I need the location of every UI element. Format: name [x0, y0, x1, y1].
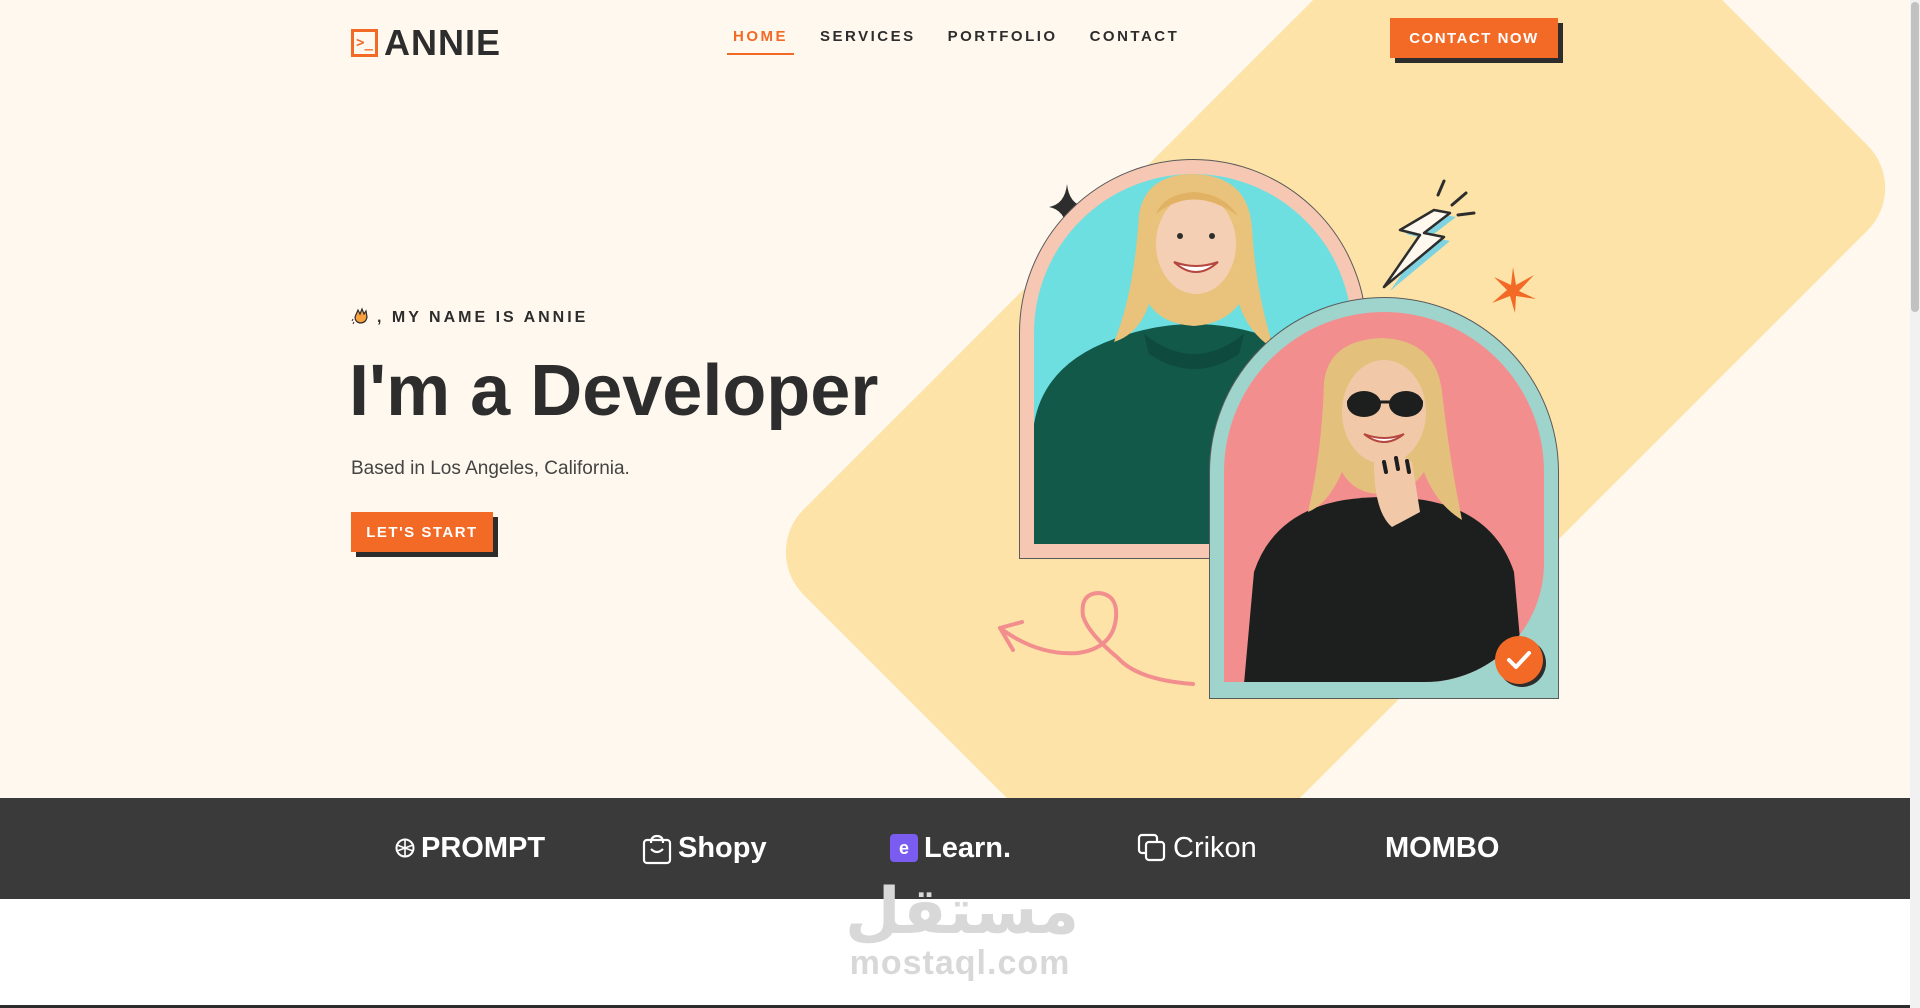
- brand-name: Crikon: [1173, 831, 1257, 864]
- nav-services[interactable]: SERVICES: [820, 28, 916, 55]
- watermark: مستقل mostaql.com: [845, 875, 1080, 983]
- photo-2: [1224, 312, 1544, 682]
- brand-name: PROMPT: [421, 831, 546, 864]
- crikon-icon: [1137, 833, 1167, 863]
- brand-crikon[interactable]: Crikon: [1137, 828, 1257, 868]
- hero-subtitle: Based in Los Angeles, California.: [351, 458, 630, 479]
- e-learn-icon: e: [890, 834, 918, 862]
- brand-shopy[interactable]: Shopy: [642, 828, 767, 868]
- svg-text:e: e: [899, 838, 909, 858]
- brand-name: Shopy: [678, 831, 767, 864]
- logo[interactable]: >_ ANNIE: [351, 22, 501, 64]
- star-burst-icon: [1492, 267, 1536, 313]
- terminal-icon: >_: [351, 29, 378, 57]
- watermark-arabic: مستقل: [845, 875, 1080, 949]
- nav-home[interactable]: HOME: [727, 28, 794, 55]
- woman-sunglasses-image: [1244, 338, 1524, 682]
- logo-text: ANNIE: [384, 22, 502, 63]
- prompt-icon: [395, 838, 415, 858]
- greeting-text: , MY NAME IS ANNIE: [377, 308, 589, 326]
- lightning-icon: [1382, 179, 1476, 290]
- curly-arrow-icon: [998, 590, 1195, 686]
- brand-name: MOMBO: [1385, 831, 1500, 864]
- waving-hand-icon: [351, 305, 371, 330]
- hero-section: [0, 0, 1910, 798]
- greeting: , MY NAME IS ANNIE: [351, 305, 588, 330]
- contact-now-button[interactable]: CONTACT NOW: [1390, 18, 1558, 58]
- brand-prompt[interactable]: PROMPT: [395, 828, 545, 868]
- watermark-latin: mostaql.com: [849, 944, 1071, 982]
- brand-mombo[interactable]: MOMBO: [1385, 828, 1499, 868]
- brand-name: Learn.: [924, 831, 1012, 864]
- nav-contact[interactable]: CONTACT: [1090, 28, 1180, 55]
- hero-headline: I'm a Developer: [349, 351, 879, 431]
- check-icon: [1495, 636, 1543, 684]
- scrollbar-thumb[interactable]: [1911, 2, 1919, 312]
- brand-learn[interactable]: e Learn.: [890, 828, 1011, 868]
- lets-start-button[interactable]: LET'S START: [351, 512, 493, 552]
- nav-portfolio[interactable]: PORTFOLIO: [948, 28, 1058, 55]
- main-nav: HOME SERVICES PORTFOLIO CONTACT: [727, 28, 1211, 55]
- shopping-bag-icon: [642, 831, 672, 865]
